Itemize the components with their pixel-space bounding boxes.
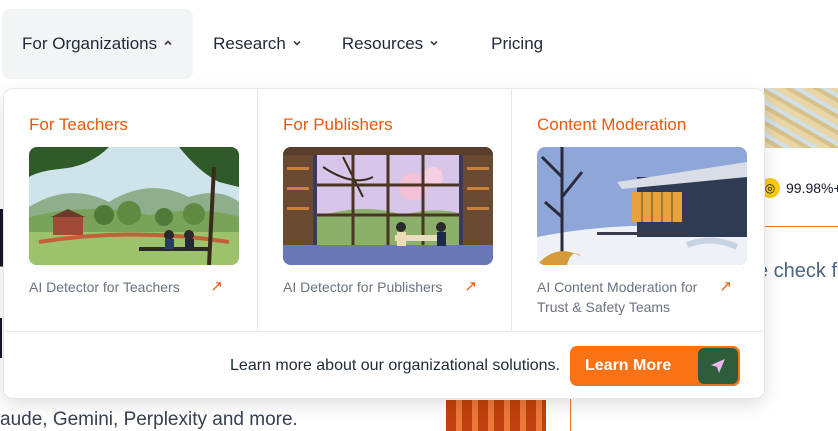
background-photo-bottom bbox=[446, 400, 546, 431]
card-title: Content Moderation bbox=[537, 115, 687, 134]
card-link-label: AI Detector for Teachers bbox=[29, 279, 180, 295]
learn-more-label: Learn More bbox=[585, 357, 672, 374]
top-nav: For Organizations Research Resources Pri… bbox=[0, 8, 563, 80]
teachers-illustration bbox=[29, 147, 239, 265]
chevron-down-icon bbox=[292, 38, 302, 51]
dropdown-card-publishers[interactable]: For Publishers AI Detector for Publisher… bbox=[258, 89, 512, 331]
publishers-illustration bbox=[283, 147, 493, 265]
nav-pricing[interactable]: Pricing bbox=[459, 9, 563, 79]
arrow-up-right-icon: ↗ bbox=[719, 278, 732, 295]
organizations-dropdown: For Teachers AI Detector for Teachers ↗ … bbox=[3, 88, 765, 399]
learn-more-button[interactable]: Learn More bbox=[570, 346, 740, 386]
chevron-down-icon bbox=[429, 38, 439, 51]
card-link[interactable]: AI Content Moderation for Trust & Safety… bbox=[537, 277, 742, 317]
card-link[interactable]: AI Detector for Teachers ↗ bbox=[29, 277, 233, 297]
card-title: For Teachers bbox=[29, 115, 128, 134]
arrow-up-right-icon: ↗ bbox=[464, 278, 477, 295]
send-icon bbox=[698, 348, 738, 384]
card-link[interactable]: AI Detector for Publishers ↗ bbox=[283, 277, 487, 297]
card-title: For Publishers bbox=[283, 115, 393, 134]
moderation-illustration bbox=[537, 147, 747, 265]
background-photo bbox=[764, 88, 838, 148]
footer-text: Learn more about our organizational solu… bbox=[230, 357, 560, 374]
nav-label: Research bbox=[213, 34, 286, 53]
nav-resources[interactable]: Resources bbox=[322, 9, 459, 79]
dropdown-footer: Learn more about our organizational solu… bbox=[4, 332, 764, 398]
nav-research[interactable]: Research bbox=[193, 9, 322, 79]
dropdown-card-teachers[interactable]: For Teachers AI Detector for Teachers ↗ bbox=[4, 89, 258, 331]
divider bbox=[764, 226, 838, 227]
dropdown-card-content-moderation[interactable]: Content Moderation AI Content Moderation… bbox=[512, 89, 764, 331]
nav-label: Pricing bbox=[491, 34, 544, 53]
card-link-label: AI Content Moderation for Trust & Safety… bbox=[537, 279, 698, 315]
check-text: e check fo bbox=[757, 260, 838, 282]
nav-for-organizations[interactable]: For Organizations bbox=[2, 9, 194, 79]
nav-label: Resources bbox=[341, 34, 424, 53]
arrow-up-right-icon: ↗ bbox=[210, 278, 223, 295]
divider-vertical bbox=[570, 398, 571, 431]
nav-label: For Organizations bbox=[22, 34, 158, 53]
hero-subtext: aude, Gemini, Perplexity and more. bbox=[0, 409, 298, 430]
accuracy-value: 99.98%+ bbox=[786, 180, 838, 196]
card-link-label: AI Detector for Publishers bbox=[283, 279, 443, 295]
hero-heading-fragment-2 bbox=[0, 318, 2, 358]
accuracy-stat: ◎ 99.98%+ bbox=[760, 178, 838, 198]
chevron-up-icon bbox=[163, 38, 173, 51]
